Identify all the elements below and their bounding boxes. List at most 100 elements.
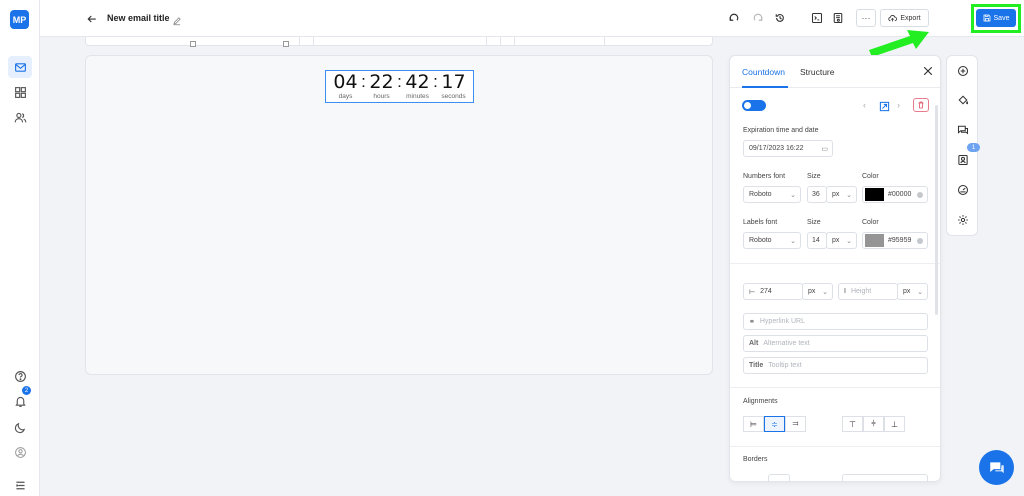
labels-unit-value: px bbox=[832, 237, 840, 244]
labels-size-input[interactable]: 14 bbox=[807, 232, 827, 249]
gear-icon[interactable] bbox=[956, 213, 970, 227]
trash-icon bbox=[918, 101, 924, 109]
history-icon[interactable] bbox=[773, 11, 787, 25]
timer-days-label: days bbox=[338, 93, 353, 100]
section-divider bbox=[730, 446, 940, 447]
numbers-color-value: #00000 bbox=[888, 191, 912, 198]
numbers-size-label: Size bbox=[807, 173, 821, 180]
gauge-icon[interactable] bbox=[956, 183, 970, 197]
hyperlink-input[interactable]: ⚭ Hyperlink URL bbox=[743, 313, 928, 330]
clear-color-icon[interactable] bbox=[917, 238, 923, 244]
align-center-button[interactable]: ≑ bbox=[764, 416, 785, 432]
tooltip-input[interactable]: Title Tooltip text bbox=[743, 357, 928, 374]
code-view-icon[interactable] bbox=[810, 11, 824, 25]
border-style-select[interactable] bbox=[768, 474, 790, 481]
comments-icon[interactable] bbox=[956, 123, 970, 137]
valign-bottom-button[interactable]: ⊥ bbox=[884, 416, 905, 432]
active-tab-indicator bbox=[742, 86, 788, 88]
alt-placeholder: Alternative text bbox=[763, 340, 810, 347]
labels-font-select[interactable]: Roboto ⌄ bbox=[743, 232, 801, 249]
redo-icon[interactable] bbox=[751, 11, 765, 25]
add-block-icon[interactable] bbox=[956, 64, 970, 78]
help-icon[interactable] bbox=[8, 365, 32, 387]
labels-font-value: Roboto bbox=[749, 237, 772, 244]
mail-icon[interactable] bbox=[8, 56, 32, 78]
numbers-unit-select[interactable]: px ⌄ bbox=[826, 186, 857, 203]
alignments-label: Alignments bbox=[743, 398, 778, 405]
undo-icon[interactable] bbox=[727, 11, 741, 25]
edit-pencil-icon[interactable] bbox=[172, 13, 182, 26]
link-block-icon[interactable] bbox=[879, 99, 890, 112]
timer-minutes: 42 minutes bbox=[404, 71, 432, 101]
valign-top-button[interactable]: ⊤ bbox=[842, 416, 863, 432]
chevron-down-icon: ⌄ bbox=[790, 238, 796, 245]
green-pointer-arrow bbox=[869, 30, 929, 57]
timer-seconds: 17 seconds bbox=[440, 71, 468, 101]
save-button[interactable]: Save bbox=[976, 9, 1016, 27]
chat-support-button[interactable] bbox=[979, 450, 1014, 485]
moon-icon[interactable] bbox=[8, 416, 32, 438]
countdown-timer[interactable]: 04 days : 22 hours : 42 minutes : 17 sec… bbox=[325, 70, 474, 103]
labels-size-label: Size bbox=[807, 219, 821, 226]
alt-prefix: Alt bbox=[749, 340, 759, 347]
valign-middle-button[interactable]: ⫩ bbox=[863, 416, 884, 432]
labels-unit-select[interactable]: px ⌄ bbox=[826, 232, 857, 249]
chevron-down-icon: ⌄ bbox=[846, 238, 852, 245]
height-unit-value: px bbox=[903, 288, 911, 295]
layout-icon[interactable] bbox=[8, 81, 32, 103]
tab-countdown[interactable]: Countdown bbox=[742, 67, 785, 77]
width-unit-value: px bbox=[808, 288, 816, 295]
chevron-left-icon[interactable]: ‹ bbox=[863, 100, 866, 110]
desktop-view-icon[interactable] bbox=[190, 41, 196, 47]
close-icon[interactable] bbox=[922, 64, 934, 76]
width-icon: ⊢ bbox=[749, 288, 756, 296]
alt-text-input[interactable]: Alt Alternative text bbox=[743, 335, 928, 352]
labels-color-value: #95959 bbox=[888, 237, 912, 244]
delete-button[interactable] bbox=[913, 98, 929, 112]
width-input[interactable]: ⊢ 274 bbox=[743, 283, 803, 300]
preview-icon[interactable] bbox=[831, 11, 845, 25]
numbers-font-select[interactable]: Roboto ⌄ bbox=[743, 186, 801, 203]
chevron-right-icon[interactable]: › bbox=[897, 100, 900, 110]
labels-size-value: 14 bbox=[812, 237, 820, 244]
timer-seconds-value: 17 bbox=[441, 71, 466, 93]
height-input[interactable]: I Height bbox=[838, 283, 898, 300]
numbers-size-input[interactable]: 36 bbox=[807, 186, 827, 203]
timer-days-value: 04 bbox=[333, 71, 358, 93]
numbers-color-swatch[interactable] bbox=[865, 188, 884, 201]
border-color-input[interactable] bbox=[842, 474, 928, 481]
panel-scrollbar[interactable] bbox=[935, 105, 938, 315]
width-unit-select[interactable]: px ⌄ bbox=[802, 283, 833, 300]
visibility-toggle[interactable] bbox=[742, 100, 766, 111]
clear-color-icon[interactable] bbox=[917, 192, 923, 198]
email-canvas[interactable]: 04 days : 22 hours : 42 minutes : 17 sec… bbox=[85, 55, 713, 375]
numbers-font-value: Roboto bbox=[749, 191, 772, 198]
mobile-view-icon[interactable] bbox=[283, 41, 289, 47]
expiration-date-input[interactable]: 09/17/2023 16:22 ▭ bbox=[743, 140, 833, 157]
chevron-down-icon: ⌄ bbox=[822, 289, 828, 296]
labels-color-swatch[interactable] bbox=[865, 234, 884, 247]
numbers-font-label: Numbers font bbox=[743, 173, 786, 180]
template-icon[interactable] bbox=[956, 153, 970, 167]
numbers-color-input[interactable]: #00000 bbox=[862, 186, 928, 203]
back-arrow-icon[interactable] bbox=[86, 12, 98, 24]
panel-tabs: Countdown Structure bbox=[730, 56, 940, 88]
expiration-label: Expiration time and date bbox=[743, 127, 819, 134]
menu-icon[interactable] bbox=[8, 474, 32, 496]
bell-icon[interactable]: 2 bbox=[8, 386, 32, 412]
align-right-button[interactable]: ⫤ bbox=[785, 416, 806, 432]
section-divider bbox=[730, 263, 940, 264]
borders-label: Borders bbox=[743, 456, 768, 463]
email-title[interactable]: New email title bbox=[107, 13, 170, 23]
canvas-ruler bbox=[85, 37, 713, 47]
paint-bucket-icon[interactable] bbox=[956, 93, 970, 107]
labels-color-input[interactable]: #95959 bbox=[862, 232, 928, 249]
chevron-down-icon: ⌄ bbox=[846, 192, 852, 199]
tab-structure[interactable]: Structure bbox=[800, 67, 835, 77]
align-left-button[interactable]: ⊨ bbox=[743, 416, 764, 432]
avatar[interactable] bbox=[8, 441, 32, 463]
height-unit-select[interactable]: px ⌄ bbox=[897, 283, 928, 300]
contacts-icon[interactable] bbox=[8, 106, 32, 128]
app-logo[interactable]: MP bbox=[10, 10, 29, 29]
timer-seconds-label: seconds bbox=[441, 93, 466, 100]
